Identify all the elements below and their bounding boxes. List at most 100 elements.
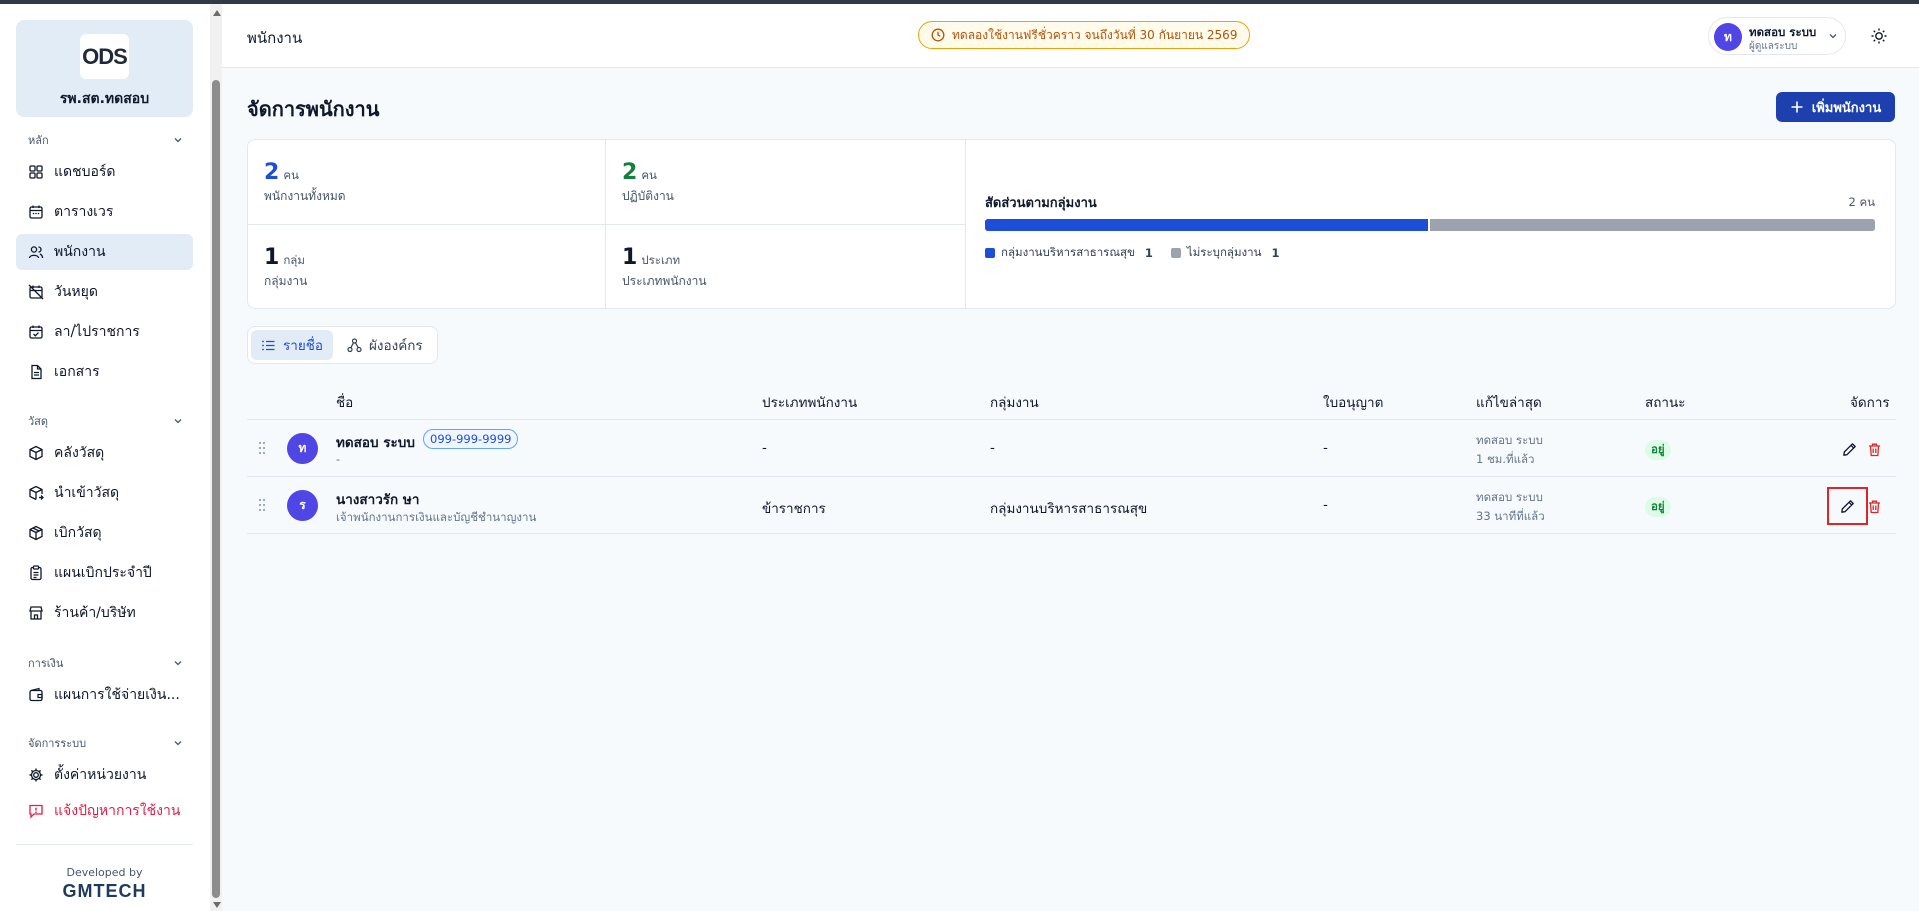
sidebar-item-label: เบิกวัสดุ bbox=[54, 525, 102, 541]
dashboard-icon bbox=[29, 165, 43, 179]
employee-name: ทดสอบ ระบบ bbox=[336, 435, 415, 451]
employee-name: นางสาวรัก ษา bbox=[336, 492, 420, 508]
tab-org-chart[interactable]: ผังองค์กร bbox=[337, 330, 433, 360]
sidebar-item-label: แดชบอร์ด bbox=[54, 164, 116, 180]
divider bbox=[248, 224, 965, 225]
section-main-label: หลัก bbox=[28, 134, 49, 147]
legend-swatch bbox=[1170, 248, 1181, 258]
edited-by: ทดสอบ ระบบ bbox=[1476, 433, 1543, 447]
sidebar-item-label: ร้านค้า/บริษัท bbox=[54, 605, 136, 621]
sidebar-item-report-issue[interactable]: แจ้งปัญหาการใช้งาน bbox=[16, 793, 193, 829]
package-icon bbox=[29, 445, 43, 461]
edit-button[interactable] bbox=[1839, 439, 1859, 459]
trial-text: ทดลองใช้งานฟรีชั่วคราว จนถึงวันที่ 30 กั… bbox=[952, 27, 1238, 42]
tab-label: รายชื่อ bbox=[283, 338, 324, 354]
user-menu[interactable]: ท ทดสอบ ระบบ ผู้ดูแลระบบ bbox=[1708, 17, 1846, 55]
sidebar-item-vendors[interactable]: ร้านค้า/บริษัท bbox=[16, 595, 193, 631]
employee-group: กลุ่มงานบริหารสาธารณสุข bbox=[990, 501, 1148, 517]
sidebar-item-label: ตั้งค่าหน่วยงาน bbox=[54, 767, 147, 783]
pencil-icon bbox=[1841, 499, 1854, 513]
legend-count: 1 bbox=[1144, 246, 1153, 260]
drag-handle-icon[interactable] bbox=[257, 440, 267, 456]
drag-handle-icon[interactable] bbox=[257, 497, 267, 513]
stat-label: ปฏิบัติงาน bbox=[622, 189, 674, 203]
last-edited: ทดสอบ ระบบ 33 นาทีที่แล้ว bbox=[1476, 488, 1545, 526]
calendar-off-icon bbox=[28, 284, 44, 300]
alert-message-icon bbox=[29, 804, 43, 819]
stat-value: 1 bbox=[264, 245, 280, 270]
users-icon bbox=[28, 246, 44, 259]
chevron-down-icon bbox=[1829, 34, 1837, 39]
sidebar-divider bbox=[16, 844, 193, 845]
table-header: ชื่อ ประเภทพนักงาน กลุ่มงาน ใบอนุญาต แก้… bbox=[247, 378, 1896, 420]
sidebar-item-withdraw-supplies[interactable]: เบิกวัสดุ bbox=[16, 515, 193, 551]
table-row[interactable]: ท ทดสอบ ระบบ 099-999-9999 - - - - ทดสอบ … bbox=[247, 420, 1896, 477]
sidebar-item-documents[interactable]: เอกสาร bbox=[16, 354, 193, 390]
sidebar-item-label: ตารางเวร bbox=[54, 204, 114, 220]
phone-badge: 099-999-9999 bbox=[423, 429, 519, 449]
section-finance[interactable]: การเงิน bbox=[28, 654, 183, 672]
user-role: ผู้ดูแลระบบ bbox=[1749, 41, 1798, 52]
employee-position: เจ้าพนักงานการเงินและบัญชีชำนาญงาน bbox=[336, 510, 537, 524]
sidebar-item-annual-plan[interactable]: แผนเบิกประจำปี bbox=[16, 555, 193, 591]
sidebar-item-holidays[interactable]: วันหยุด bbox=[16, 274, 193, 310]
chevron-down-icon bbox=[174, 419, 182, 424]
avatar: ท bbox=[287, 433, 318, 464]
plus-icon bbox=[1791, 101, 1803, 113]
tab-list[interactable]: รายชื่อ bbox=[251, 330, 334, 360]
sidebar-item-label: พนักงาน bbox=[54, 244, 106, 260]
sidebar-item-unit-settings[interactable]: ตั้งค่าหน่วยงาน bbox=[16, 757, 193, 793]
gear-icon bbox=[29, 768, 43, 782]
org-card[interactable]: ODS รพ.สต.ทดสอบ bbox=[16, 20, 193, 117]
ratio-segment bbox=[1430, 219, 1875, 231]
stat-value: 2 bbox=[264, 160, 280, 185]
trash-icon bbox=[1868, 443, 1880, 456]
sidebar-scrollbar[interactable] bbox=[210, 4, 222, 911]
column-header-type[interactable]: ประเภทพนักงาน bbox=[762, 391, 857, 413]
sidebar-item-import-supplies[interactable]: นำเข้าวัสดุ bbox=[16, 475, 193, 511]
section-main[interactable]: หลัก bbox=[28, 131, 183, 149]
clock-icon bbox=[931, 28, 945, 42]
sidebar-item-label: วันหยุด bbox=[54, 284, 98, 300]
edited-by: ทดสอบ ระบบ bbox=[1476, 490, 1543, 504]
sidebar-item-label: ลา/ไปราชการ bbox=[54, 324, 140, 340]
trash-icon bbox=[1868, 500, 1880, 513]
document-icon bbox=[31, 364, 42, 380]
column-header-license[interactable]: ใบอนุญาต bbox=[1323, 391, 1383, 413]
column-header-edited[interactable]: แก้ไขล่าสุด bbox=[1476, 391, 1542, 413]
sidebar-item-leave[interactable]: ลา/ไปราชการ bbox=[16, 314, 193, 350]
column-header-group[interactable]: กลุ่มงาน bbox=[990, 391, 1039, 413]
section-supplies[interactable]: วัสดุ bbox=[28, 412, 183, 430]
package-in-icon bbox=[29, 485, 44, 501]
package-out-icon bbox=[29, 525, 43, 541]
delete-button[interactable] bbox=[1864, 496, 1884, 516]
last-edited: ทดสอบ ระบบ 1 ชม.ที่แล้ว bbox=[1476, 431, 1543, 469]
legend-swatch bbox=[985, 248, 995, 258]
section-system[interactable]: จัดการระบบ bbox=[28, 734, 183, 752]
sidebar-item-spending-plan[interactable]: แผนการใช้จ่ายเงิน... bbox=[16, 677, 193, 713]
table-row[interactable]: ร นางสาวรัก ษา เจ้าพนักงานการเงินและบัญช… bbox=[247, 477, 1896, 534]
add-employee-label: เพิ่มพนักงาน bbox=[1811, 100, 1882, 116]
sidebar-item-label: แผนการใช้จ่ายเงิน... bbox=[54, 687, 180, 703]
legend-item: ไม่ระบุกลุ่มงาน 1 bbox=[1170, 244, 1279, 262]
column-header-status[interactable]: สถานะ bbox=[1645, 391, 1685, 413]
employee-type: ข้าราชการ bbox=[762, 501, 826, 517]
add-employee-button[interactable]: เพิ่มพนักงาน bbox=[1776, 92, 1895, 122]
edit-button[interactable] bbox=[1827, 487, 1868, 525]
top-header: พนักงาน ทดลองใช้งานฟรีชั่วคราว จนถึงวันท… bbox=[222, 4, 1919, 68]
sidebar-item-inventory[interactable]: คลังวัสดุ bbox=[16, 435, 193, 471]
sidebar-item-employees[interactable]: พนักงาน bbox=[16, 234, 193, 270]
ratio-bar bbox=[985, 219, 1875, 231]
column-header-name[interactable]: ชื่อ bbox=[336, 391, 353, 413]
edited-ago: 33 นาทีที่แล้ว bbox=[1476, 509, 1545, 523]
scroll-up-arrow-icon[interactable] bbox=[213, 10, 221, 16]
section-system-label: จัดการระบบ bbox=[28, 737, 87, 750]
employee-license: - bbox=[1323, 440, 1328, 456]
scroll-down-arrow-icon[interactable] bbox=[213, 902, 221, 908]
status-badge: อยู่ bbox=[1645, 440, 1671, 460]
delete-button[interactable] bbox=[1864, 439, 1884, 459]
sun-icon[interactable] bbox=[1869, 26, 1889, 46]
sidebar-item-dashboard[interactable]: แดชบอร์ด bbox=[16, 154, 193, 190]
sidebar-item-schedule[interactable]: ตารางเวร bbox=[16, 194, 193, 230]
scrollbar-thumb[interactable] bbox=[212, 80, 220, 898]
